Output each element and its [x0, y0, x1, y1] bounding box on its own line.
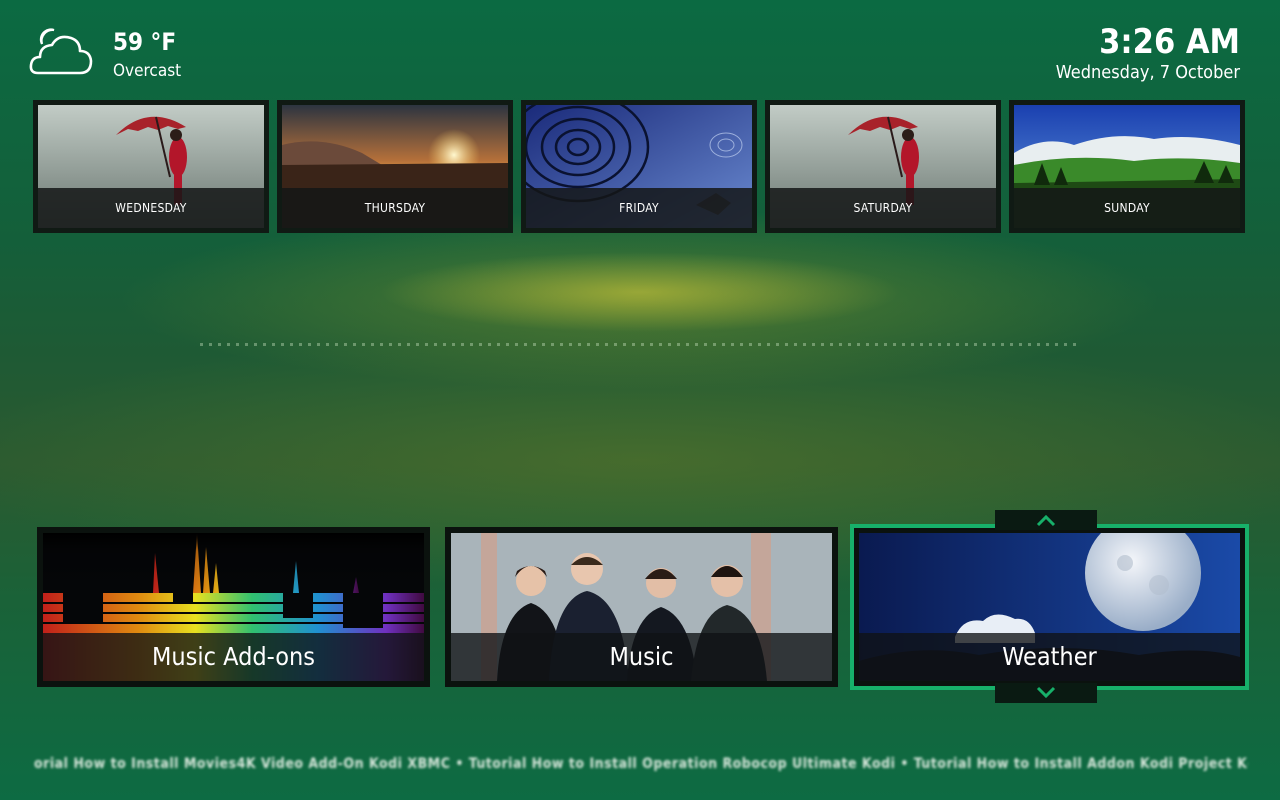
menu-tile-weather[interactable]: Weather: [850, 524, 1249, 690]
chevron-down-icon: [1036, 686, 1056, 699]
scroll-up-button[interactable]: [995, 510, 1097, 530]
forecast-day-label: SATURDAY: [770, 188, 996, 228]
chevron-up-icon: [1036, 514, 1056, 527]
weather-condition: Overcast: [113, 61, 182, 81]
menu-tile-music[interactable]: Music: [445, 527, 838, 687]
forecast-tile-sunday[interactable]: SUNDAY: [1009, 100, 1245, 233]
horizon-lights: [200, 343, 1080, 346]
forecast-day-label: WEDNESDAY: [38, 188, 264, 228]
forecast-day-label: SUNDAY: [1014, 188, 1240, 228]
clock-time: 3:26 AM: [1099, 22, 1240, 62]
menu-label: Weather: [859, 633, 1240, 681]
clock-date: Wednesday, 7 October: [1055, 62, 1240, 83]
forecast-tile-friday[interactable]: FRIDAY: [521, 100, 757, 233]
forecast-day-label: THURSDAY: [282, 188, 508, 228]
menu-tile-music-addons[interactable]: Music Add-ons: [37, 527, 430, 687]
menu-label: Music: [451, 633, 832, 681]
forecast-tile-thursday[interactable]: THURSDAY: [277, 100, 513, 233]
menu-label: Music Add-ons: [43, 633, 424, 681]
news-ticker: orial How to Install Movies4K Video Add-…: [34, 756, 1248, 772]
forecast-tile-saturday[interactable]: SATURDAY: [765, 100, 1001, 233]
scroll-down-button[interactable]: [995, 683, 1097, 703]
forecast-tile-wednesday[interactable]: WEDNESDAY: [33, 100, 269, 233]
forecast-strip: WEDNESDAY THURSDAY FRIDAY SATURDAY SUNDA…: [33, 100, 1245, 233]
cloud-icon: [29, 28, 93, 75]
temperature: 59 °F: [113, 28, 177, 56]
forecast-day-label: FRIDAY: [526, 188, 752, 228]
